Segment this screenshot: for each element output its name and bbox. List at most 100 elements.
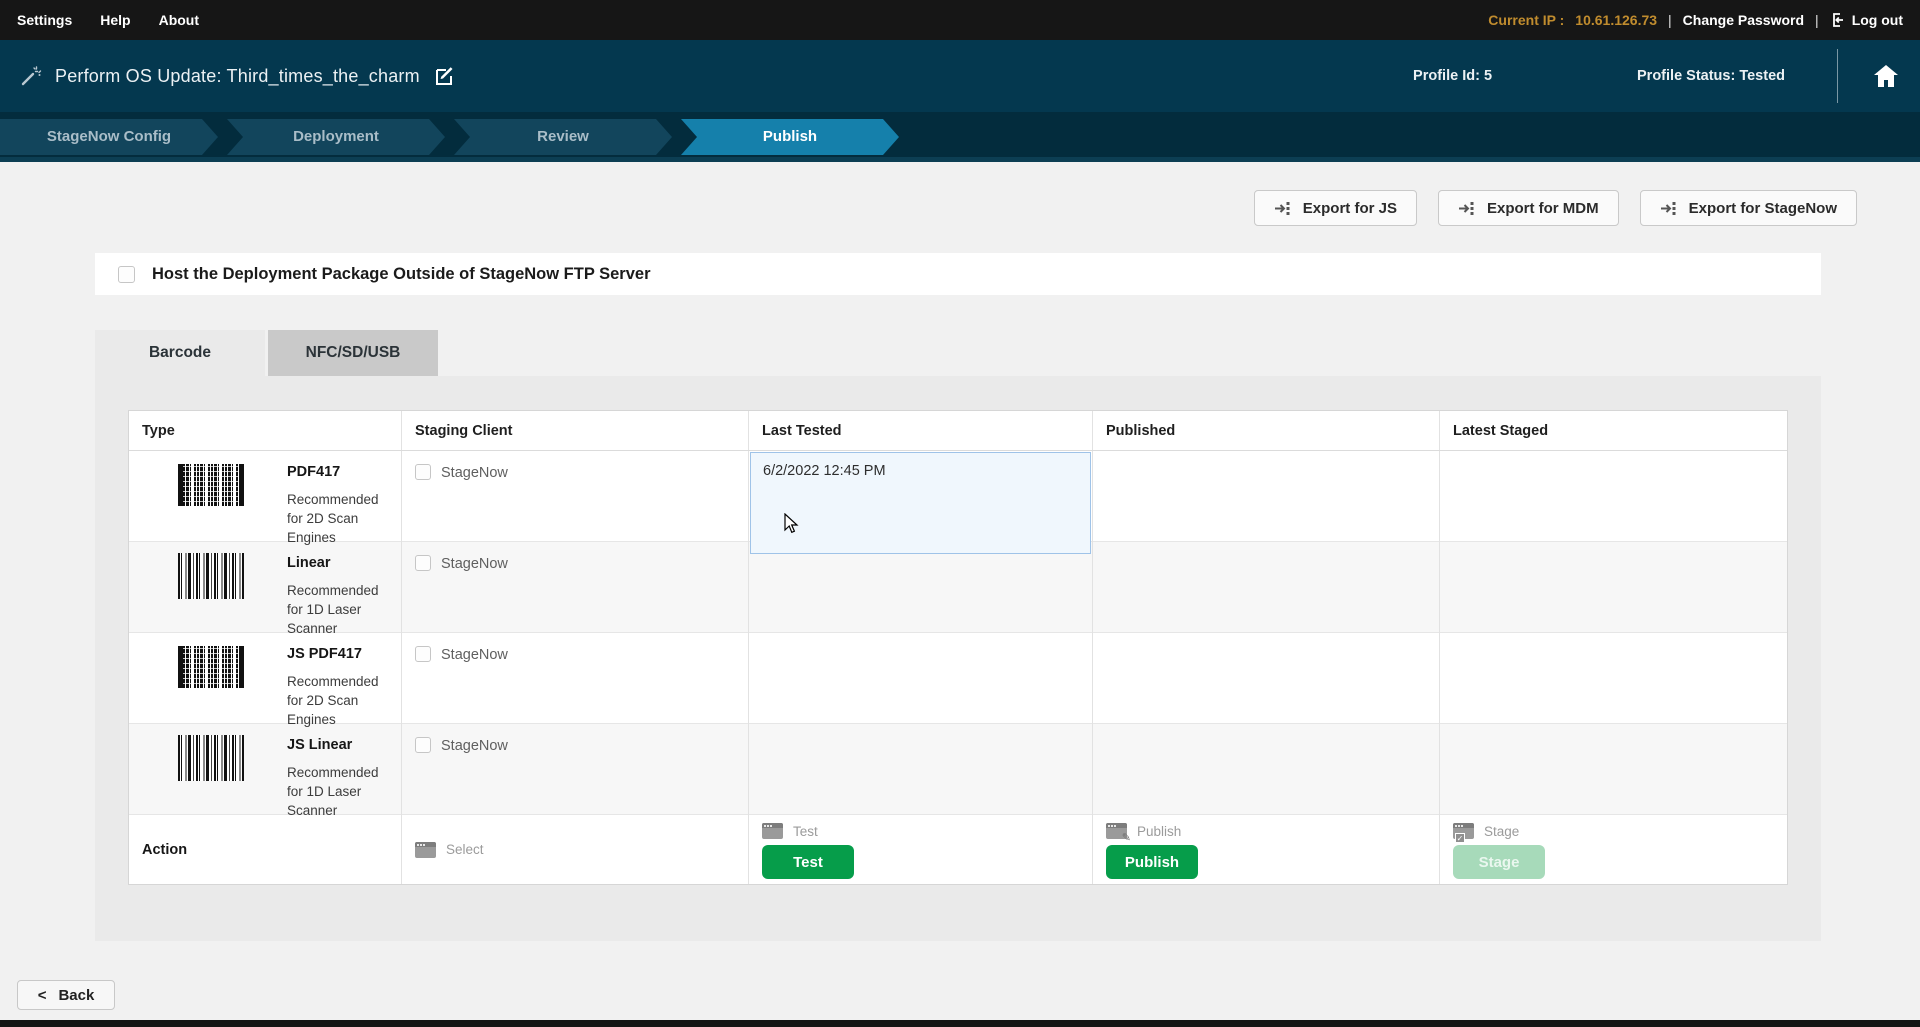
profile-header: Perform OS Update: Third_times_the_charm… xyxy=(0,40,1920,112)
menu-about[interactable]: About xyxy=(159,12,199,28)
last-tested-highlighted-cell[interactable]: 6/2/2022 12:45 PM xyxy=(750,452,1091,554)
export-icon xyxy=(1274,201,1293,216)
back-chevron-icon: < xyxy=(38,987,47,1004)
test-button[interactable]: Test xyxy=(762,845,854,879)
table-row-js-linear: JS Linear Recommended for 1D Laser Scann… xyxy=(129,724,1787,815)
js-pdf417-barcode-image xyxy=(178,646,244,688)
profile-status: Profile Status: Tested xyxy=(1637,68,1785,84)
divider: | xyxy=(1815,12,1819,28)
bottom-edge-strip xyxy=(0,1020,1920,1027)
table-header-row: Type Staging Client Last Tested Publishe… xyxy=(129,411,1787,451)
logout-link[interactable]: Log out xyxy=(1830,12,1903,28)
select-label: Select xyxy=(446,842,484,857)
stagenow-checkbox[interactable] xyxy=(415,555,431,571)
tab-nfc-sd-usb[interactable]: NFC/SD/USB xyxy=(268,330,438,376)
last-tested-cell: 6/2/2022 12:45 PM xyxy=(748,451,1092,555)
divider xyxy=(1837,49,1838,103)
last-tested-cell xyxy=(748,724,1092,828)
pdf417-barcode-image xyxy=(178,464,244,506)
col-staging-client: Staging Client xyxy=(401,411,748,450)
table-row-pdf417: PDF417 Recommended for 2D Scan Engines S… xyxy=(129,451,1787,542)
row-type-desc: Recommended for 1D Laser Scanner xyxy=(287,763,395,820)
export-for-mdm-button[interactable]: Export for MDM xyxy=(1438,190,1619,226)
published-cell xyxy=(1092,451,1439,555)
published-cell xyxy=(1092,633,1439,737)
step-publish[interactable]: Publish xyxy=(681,119,899,155)
col-last-tested: Last Tested xyxy=(748,411,1092,450)
stagenow-checkbox[interactable] xyxy=(415,737,431,753)
page-title: Perform OS Update: Third_times_the_charm xyxy=(55,66,420,87)
last-tested-cell xyxy=(748,633,1092,737)
stagenow-publish-page: Settings Help About Current IP : 10.61.1… xyxy=(0,0,1920,1027)
select-device-icon xyxy=(415,842,436,858)
col-published: Published xyxy=(1092,411,1439,450)
col-latest-staged: Latest Staged xyxy=(1439,411,1787,450)
menu-settings[interactable]: Settings xyxy=(17,12,72,28)
wizard-steps-bar: StageNow Config Deployment Review Publis… xyxy=(0,112,1920,162)
table-action-row: Action Select Test Test ✎ xyxy=(129,815,1787,884)
latest-staged-cell xyxy=(1439,633,1787,737)
stagenow-checkbox[interactable] xyxy=(415,464,431,480)
stagenow-checkbox[interactable] xyxy=(415,646,431,662)
export-icon xyxy=(1458,201,1477,216)
action-label: Action xyxy=(129,815,401,884)
publish-device-icon: ✎ xyxy=(1106,823,1127,839)
current-ip-value: 10.61.126.73 xyxy=(1575,12,1657,28)
latest-staged-cell xyxy=(1439,724,1787,828)
stagenow-label: StageNow xyxy=(441,556,508,572)
change-password-link[interactable]: Change Password xyxy=(1683,12,1804,28)
host-package-label: Host the Deployment Package Outside of S… xyxy=(152,265,651,284)
publish-button[interactable]: Publish xyxy=(1106,845,1198,879)
stage-device-icon: ✓ xyxy=(1453,823,1474,839)
export-button-row: Export for JS Export for MDM Export for … xyxy=(1254,190,1857,226)
step-review[interactable]: Review xyxy=(454,119,672,155)
latest-staged-cell xyxy=(1439,451,1787,555)
export-for-js-button[interactable]: Export for JS xyxy=(1254,190,1417,226)
host-package-checkbox[interactable] xyxy=(118,266,135,283)
mouse-cursor xyxy=(784,513,799,535)
published-cell xyxy=(1092,542,1439,646)
row-type-name: Linear xyxy=(287,555,395,571)
current-ip-label: Current IP : xyxy=(1488,12,1564,28)
home-icon[interactable] xyxy=(1872,63,1900,89)
stagenow-label: StageNow xyxy=(441,647,508,663)
js-linear-barcode-image xyxy=(178,735,244,781)
host-package-bar: Host the Deployment Package Outside of S… xyxy=(95,253,1821,295)
last-tested-cell xyxy=(748,542,1092,646)
table-row-js-pdf417: JS PDF417 Recommended for 2D Scan Engine… xyxy=(129,633,1787,724)
back-button[interactable]: < Back xyxy=(17,980,115,1010)
latest-staged-cell xyxy=(1439,542,1787,646)
publish-panel: Barcode NFC/SD/USB Type Staging Client L… xyxy=(95,330,1821,941)
edit-profile-icon[interactable] xyxy=(433,64,457,88)
wizard-wand-icon xyxy=(20,65,42,87)
step-deployment[interactable]: Deployment xyxy=(227,119,445,155)
test-device-icon xyxy=(762,823,783,839)
barcode-panel-body: Type Staging Client Last Tested Publishe… xyxy=(95,376,1821,941)
row-type-name: JS PDF417 xyxy=(287,646,395,662)
export-for-stagenow-button[interactable]: Export for StageNow xyxy=(1640,190,1857,226)
last-tested-value: 6/2/2022 12:45 PM xyxy=(763,463,886,479)
step-stagenow-config[interactable]: StageNow Config xyxy=(0,119,218,155)
row-type-desc: Recommended for 2D Scan Engines xyxy=(287,672,395,729)
row-type-name: PDF417 xyxy=(287,464,395,480)
profile-id: Profile Id: 5 xyxy=(1413,68,1492,84)
col-type: Type xyxy=(129,411,401,450)
row-type-desc: Recommended for 2D Scan Engines xyxy=(287,490,395,547)
tab-barcode[interactable]: Barcode xyxy=(95,330,265,376)
test-label: Test xyxy=(793,824,818,839)
row-type-desc: Recommended for 1D Laser Scanner xyxy=(287,581,395,638)
publish-label: Publish xyxy=(1137,824,1181,839)
row-type-name: JS Linear xyxy=(287,737,395,753)
published-cell xyxy=(1092,724,1439,828)
linear-barcode-image xyxy=(178,553,244,599)
menu-help[interactable]: Help xyxy=(100,12,130,28)
logout-icon xyxy=(1830,12,1846,28)
table-row-linear: Linear Recommended for 1D Laser Scanner … xyxy=(129,542,1787,633)
top-menu-bar: Settings Help About Current IP : 10.61.1… xyxy=(0,0,1920,40)
stagenow-label: StageNow xyxy=(441,465,508,481)
export-icon xyxy=(1660,201,1679,216)
barcode-table: Type Staging Client Last Tested Publishe… xyxy=(128,410,1788,885)
stage-button[interactable]: Stage xyxy=(1453,845,1545,879)
stage-label: Stage xyxy=(1484,824,1519,839)
stagenow-label: StageNow xyxy=(441,738,508,754)
